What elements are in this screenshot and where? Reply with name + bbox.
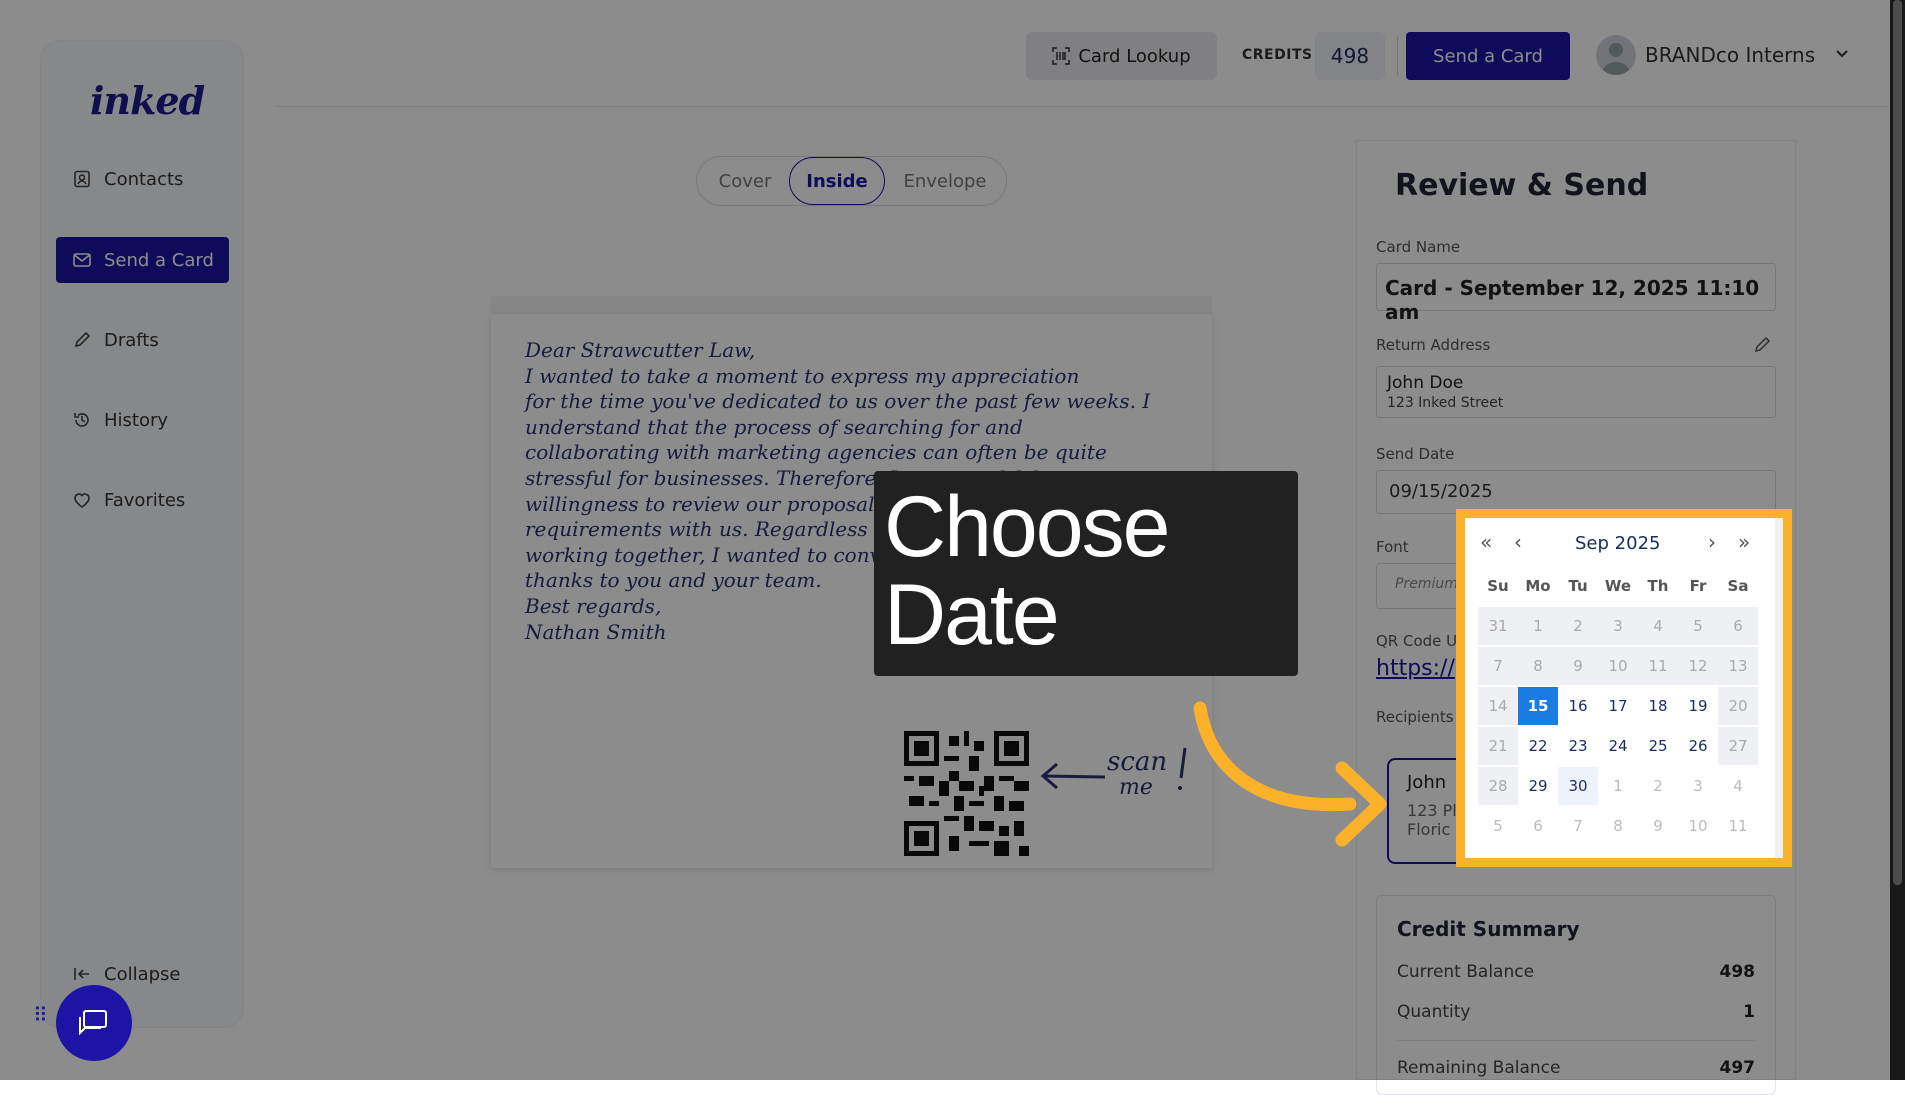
calendar-day[interactable]: 30 <box>1558 767 1598 805</box>
calendar-day: 3 <box>1598 607 1638 645</box>
yellow-arrow-icon <box>1193 701 1387 847</box>
prev-month-button[interactable]: ‹ <box>1514 530 1522 554</box>
calendar-day: 6 <box>1718 607 1758 645</box>
calendar-day[interactable]: 19 <box>1678 687 1718 725</box>
calendar-day: 31 <box>1478 607 1518 645</box>
calendar-day: 12 <box>1678 647 1718 685</box>
calendar-day[interactable]: 24 <box>1598 727 1638 765</box>
prev-year-button[interactable]: « <box>1480 530 1492 554</box>
drag-handle-icon[interactable]: ⠿ <box>33 1005 48 1025</box>
calendar-day[interactable]: 6 <box>1518 807 1558 845</box>
calendar-day: 9 <box>1558 647 1598 685</box>
calendar-scrollbar[interactable] <box>1775 518 1783 858</box>
calendar-day: 2 <box>1558 607 1598 645</box>
weekday-header: Mo <box>1525 577 1551 595</box>
weekday-header: Tu <box>1568 577 1588 595</box>
calendar-day: 7 <box>1478 647 1518 685</box>
calendar-day: 20 <box>1718 687 1758 725</box>
chat-button[interactable] <box>56 985 132 1061</box>
calendar-day: 27 <box>1718 727 1758 765</box>
calendar-day[interactable]: 3 <box>1678 767 1718 805</box>
calendar-day[interactable]: 17 <box>1598 687 1638 725</box>
calendar-day: 8 <box>1518 647 1558 685</box>
calendar-day[interactable]: 11 <box>1718 807 1758 845</box>
calendar-month[interactable]: Sep <box>1575 533 1609 554</box>
chat-icon <box>79 1010 107 1036</box>
choose-date-tooltip: Choose Date <box>874 471 1298 676</box>
calendar-day: 14 <box>1478 687 1518 725</box>
next-year-button[interactable]: » <box>1738 530 1750 554</box>
tooltip-line: Choose <box>884 479 1170 575</box>
calendar-day[interactable]: 26 <box>1678 727 1718 765</box>
tooltip-line: Date <box>884 567 1060 663</box>
calendar-day[interactable]: 5 <box>1478 807 1518 845</box>
calendar-day[interactable]: 23 <box>1558 727 1598 765</box>
calendar-day: 13 <box>1718 647 1758 685</box>
calendar-day[interactable]: 10 <box>1678 807 1718 845</box>
calendar-day[interactable]: 1 <box>1598 767 1638 805</box>
weekday-header: Su <box>1487 577 1509 595</box>
weekday-header: Fr <box>1689 577 1707 595</box>
calendar-day[interactable]: 7 <box>1558 807 1598 845</box>
calendar-month-year[interactable]: Sep 2025 <box>1575 533 1660 554</box>
calendar-day[interactable]: 25 <box>1638 727 1678 765</box>
calendar-day[interactable]: 16 <box>1558 687 1598 725</box>
calendar-day-selected[interactable]: 15 <box>1518 687 1558 725</box>
calendar-day[interactable]: 18 <box>1638 687 1678 725</box>
calendar-day[interactable]: 22 <box>1518 727 1558 765</box>
calendar-day: 5 <box>1678 607 1718 645</box>
calendar-day: 11 <box>1638 647 1678 685</box>
calendar-day[interactable]: 4 <box>1718 767 1758 805</box>
calendar-day[interactable]: 2 <box>1638 767 1678 805</box>
weekday-header: We <box>1604 577 1632 595</box>
calendar-day: 21 <box>1478 727 1518 765</box>
calendar-day[interactable]: 9 <box>1638 807 1678 845</box>
calendar-day: 28 <box>1478 767 1518 805</box>
weekday-header: Th <box>1647 577 1669 595</box>
weekday-header: Sa <box>1727 577 1749 595</box>
calendar-day: 10 <box>1598 647 1638 685</box>
calendar-day[interactable]: 29 <box>1518 767 1558 805</box>
next-month-button[interactable]: › <box>1708 530 1716 554</box>
calendar-year[interactable]: 2025 <box>1615 533 1661 554</box>
calendar-day: 1 <box>1518 607 1558 645</box>
calendar-day[interactable]: 8 <box>1598 807 1638 845</box>
calendar-day: 4 <box>1638 607 1678 645</box>
